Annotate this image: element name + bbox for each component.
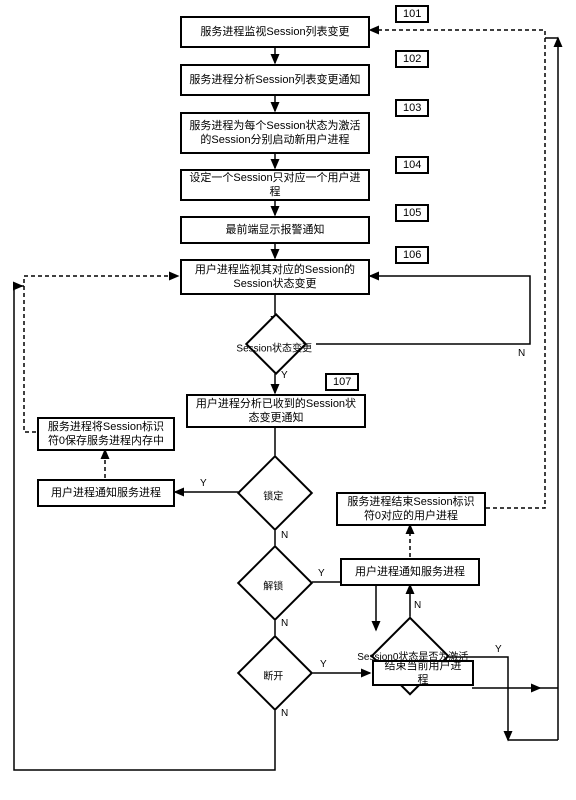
step-104: 设定一个Session只对应一个用户进程 xyxy=(180,169,370,201)
edge-label: Y xyxy=(318,568,325,579)
step-106: 用户进程监视其对应的Session的Session状态变更 xyxy=(180,259,370,295)
right-notify: 用户进程通知服务进程 xyxy=(340,558,480,586)
step-label: 105 xyxy=(395,204,429,222)
end-current: 结束当前用户进程 xyxy=(372,660,474,686)
step-label: 101 xyxy=(395,5,429,23)
edge-label: Y xyxy=(281,370,288,381)
step-label: 103 xyxy=(395,99,429,117)
edge-label: N xyxy=(281,530,288,541)
step-label: 107 xyxy=(325,373,359,391)
decision-disconnect: 断开 xyxy=(237,635,313,711)
edge-label: Y xyxy=(320,659,327,670)
step-103: 服务进程为每个Session状态为激活的Session分别启动新用户进程 xyxy=(180,112,370,154)
left-notify: 用户进程通知服务进程 xyxy=(37,479,175,507)
decision-lock: 锁定 xyxy=(237,455,313,531)
edge-label: Y xyxy=(495,644,502,655)
edge-label: N xyxy=(281,708,288,719)
decision-unlock: 解锁 xyxy=(237,545,313,621)
step-107: 用户进程分析已收到的Session状态变更通知 xyxy=(186,394,366,428)
step-101: 服务进程监视Session列表变更 xyxy=(180,16,370,48)
edge-label: Y xyxy=(200,478,207,489)
step-102: 服务进程分析Session列表变更通知 xyxy=(180,64,370,96)
step-label: 106 xyxy=(395,246,429,264)
step-label: 104 xyxy=(395,156,429,174)
edge-label: N xyxy=(414,600,421,611)
step-105: 最前端显示报警通知 xyxy=(180,216,370,244)
left-save: 服务进程将Session标识符0保存服务进程内存中 xyxy=(37,417,175,451)
edge-label: N xyxy=(281,618,288,629)
edge-label: N xyxy=(518,348,525,359)
step-label: 102 xyxy=(395,50,429,68)
decision-change: Session状态变更 xyxy=(245,313,307,375)
right-end: 服务进程结束Session标识符0对应的用户进程 xyxy=(336,492,486,526)
